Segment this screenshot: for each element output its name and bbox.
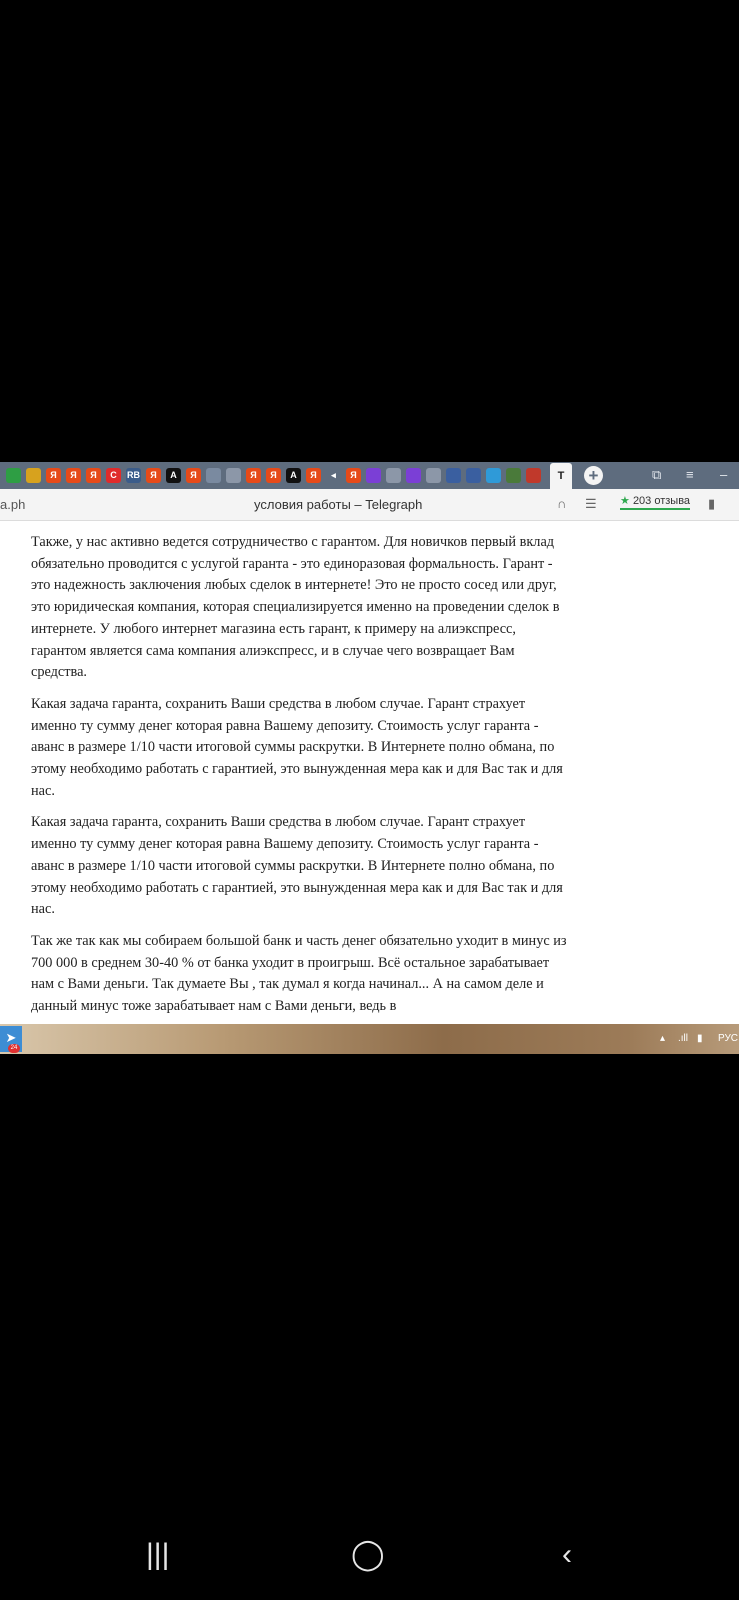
article-paragraph: Какая задача гаранта, сохранить Ваши сре… <box>31 814 563 918</box>
tab-favicon[interactable]: Я <box>146 468 161 483</box>
network-icon[interactable]: .ıll <box>678 1033 688 1044</box>
tab-favicon[interactable]: Я <box>346 468 361 483</box>
tab-favicon[interactable] <box>526 468 541 483</box>
unread-badge: 24 <box>8 1044 20 1053</box>
tab-favicon[interactable]: A <box>286 468 301 483</box>
tab-favicon[interactable]: Я <box>46 468 61 483</box>
article-body: Также, у нас активно ведется сотрудничес… <box>31 532 571 1028</box>
tab-favicon[interactable] <box>466 468 481 483</box>
telegram-icon: ➤ <box>5 1030 17 1045</box>
tab-favicon[interactable]: A <box>166 468 181 483</box>
android-nav-bar: ||| ◯ ‹ <box>0 1520 739 1600</box>
tab-favicon[interactable]: Я <box>246 468 261 483</box>
tab-favicon[interactable] <box>366 468 381 483</box>
tab-favicon[interactable] <box>226 468 241 483</box>
url-fragment[interactable]: a.ph <box>0 497 25 512</box>
new-tab-button[interactable]: + <box>584 466 603 485</box>
telegram-taskbar-button[interactable]: ➤ 24 <box>0 1026 22 1053</box>
tab-favicon[interactable]: Я <box>266 468 281 483</box>
minimize-icon[interactable]: – <box>720 467 727 483</box>
tray-expand-icon[interactable]: ▴ <box>660 1033 665 1044</box>
home-button[interactable]: ◯ <box>351 1538 385 1572</box>
tab-favicon[interactable] <box>426 468 441 483</box>
headphones-icon[interactable]: ∩ <box>557 496 566 511</box>
tab-favicon[interactable]: C <box>106 468 121 483</box>
back-button[interactable]: ‹ <box>562 1538 572 1572</box>
language-indicator[interactable]: РУС <box>718 1033 738 1044</box>
bookmark-icon[interactable]: ▮ <box>708 496 715 512</box>
tab-favicon[interactable] <box>406 468 421 483</box>
tab-bar: Я Я Я C RB Я A Я Я Я A Я ◂ Я T + ⧉ ≡ – <box>0 462 739 489</box>
menu-icon[interactable]: ≡ <box>686 467 694 483</box>
tab-favicon[interactable]: Я <box>86 468 101 483</box>
battery-icon[interactable]: ▮ <box>697 1033 703 1044</box>
tab-favicon[interactable] <box>446 468 461 483</box>
reviews-badge[interactable]: ★ 203 отзыва <box>620 494 691 510</box>
tab-favicon[interactable] <box>486 468 501 483</box>
tab-favicon[interactable] <box>26 468 41 483</box>
tab-favicon[interactable]: Я <box>186 468 201 483</box>
article-paragraph: Какая задача гаранта, сохранить Ваши сре… <box>31 695 563 799</box>
tab-favicon[interactable]: RB <box>126 468 141 483</box>
reader-mode-icon[interactable]: ☰ <box>585 496 597 512</box>
tab-telegraph-active[interactable]: T <box>550 463 572 489</box>
tab-favicon[interactable] <box>506 468 521 483</box>
article-paragraph: Так же так как мы собираем большой банк … <box>31 932 567 1015</box>
tab-favicon[interactable]: ◂ <box>326 468 341 483</box>
star-icon: ★ <box>620 495 630 507</box>
tab-favicon[interactable]: Я <box>66 468 81 483</box>
page-title: условия работы – Telegraph <box>254 497 423 512</box>
tab-favicon[interactable]: Я <box>306 468 321 483</box>
recent-apps-button[interactable]: ||| <box>146 1538 169 1572</box>
address-bar[interactable]: a.ph условия работы – Telegraph ∩ ☰ ★ 20… <box>0 489 739 521</box>
restore-icon[interactable]: ⧉ <box>652 467 661 483</box>
tab-favicon[interactable] <box>6 468 21 483</box>
reviews-count: 203 отзыва <box>632 495 691 507</box>
tab-favicon[interactable] <box>386 468 401 483</box>
tab-favicon[interactable] <box>206 468 221 483</box>
browser-screenshot: Я Я Я C RB Я A Я Я Я A Я ◂ Я T + ⧉ ≡ – a.ph условия р… <box>0 462 739 1054</box>
article-paragraph: Также, у нас активно ведется сотрудничес… <box>31 534 560 681</box>
windows-taskbar: ➤ 24 ▴ .ıll ▮ РУС <box>0 1024 739 1054</box>
